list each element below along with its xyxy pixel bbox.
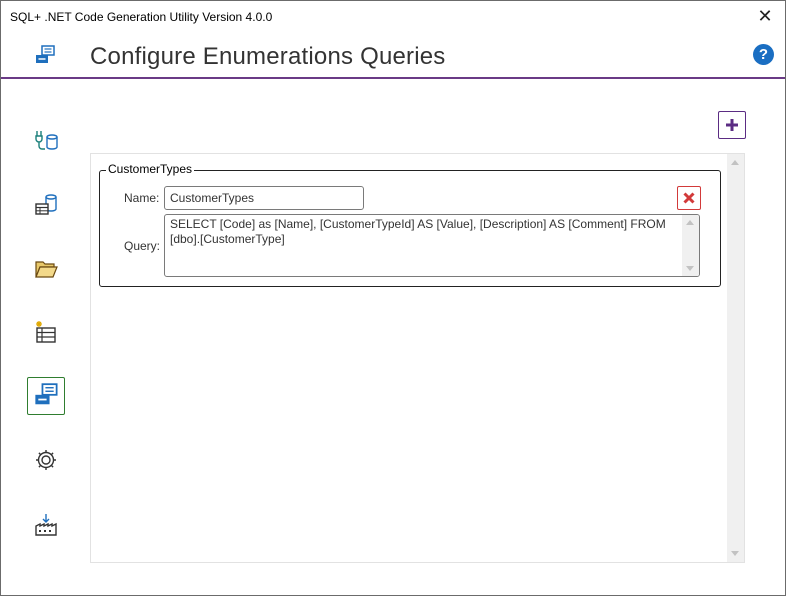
window-title: SQL+ .NET Code Generation Utility Versio…: [10, 10, 273, 24]
scroll-up-icon[interactable]: [731, 160, 739, 165]
nav-database-tables[interactable]: [27, 186, 65, 224]
nav-enumerations[interactable]: [27, 377, 65, 415]
scroll-down-icon[interactable]: [686, 266, 694, 271]
gear-icon: [36, 450, 56, 470]
query-scrollbar[interactable]: [682, 215, 699, 276]
folder-open-icon: [35, 261, 58, 278]
page-title: Configure Enumerations Queries: [90, 43, 446, 70]
close-button[interactable]: ✕: [753, 5, 777, 29]
name-field[interactable]: [164, 186, 364, 210]
app-window: SQL+ .NET Code Generation Utility Versio…: [0, 0, 786, 596]
scroll-down-icon[interactable]: [731, 551, 739, 556]
nav-new-list[interactable]: [27, 313, 65, 351]
nav-connection[interactable]: [27, 121, 65, 159]
nav-build[interactable]: [27, 506, 65, 544]
query-group: CustomerTypes Name: Query: SELECT [Code]…: [99, 162, 721, 287]
help-icon[interactable]: ?: [753, 44, 774, 65]
title-bar: SQL+ .NET Code Generation Utility Versio…: [1, 1, 785, 33]
name-label: Name:: [124, 191, 160, 205]
queries-panel: CustomerTypes Name: Query: SELECT [Code]…: [90, 153, 745, 563]
enumeration-icon: [34, 45, 56, 67]
plus-icon: [726, 119, 738, 131]
nav-settings[interactable]: [27, 441, 65, 479]
query-label: Query:: [124, 239, 161, 253]
delete-x-icon: [683, 192, 695, 204]
delete-query-button[interactable]: [677, 186, 701, 210]
query-field[interactable]: SELECT [Code] as [Name], [CustomerTypeId…: [164, 214, 700, 277]
new-list-icon: [36, 321, 56, 343]
panel-scrollbar[interactable]: [727, 154, 744, 562]
query-text[interactable]: SELECT [Code] as [Name], [CustomerTypeId…: [170, 217, 680, 247]
scroll-up-icon[interactable]: [686, 220, 694, 225]
database-table-icon: [35, 194, 57, 215]
nav-folder[interactable]: [27, 249, 65, 287]
query-group-label: CustomerTypes: [106, 162, 195, 176]
add-query-button[interactable]: [718, 111, 746, 139]
download-build-icon: [35, 514, 57, 536]
connection-database-icon: [35, 131, 58, 150]
page-header: Configure Enumerations Queries ?: [1, 33, 785, 79]
enumeration-icon: [35, 383, 58, 405]
